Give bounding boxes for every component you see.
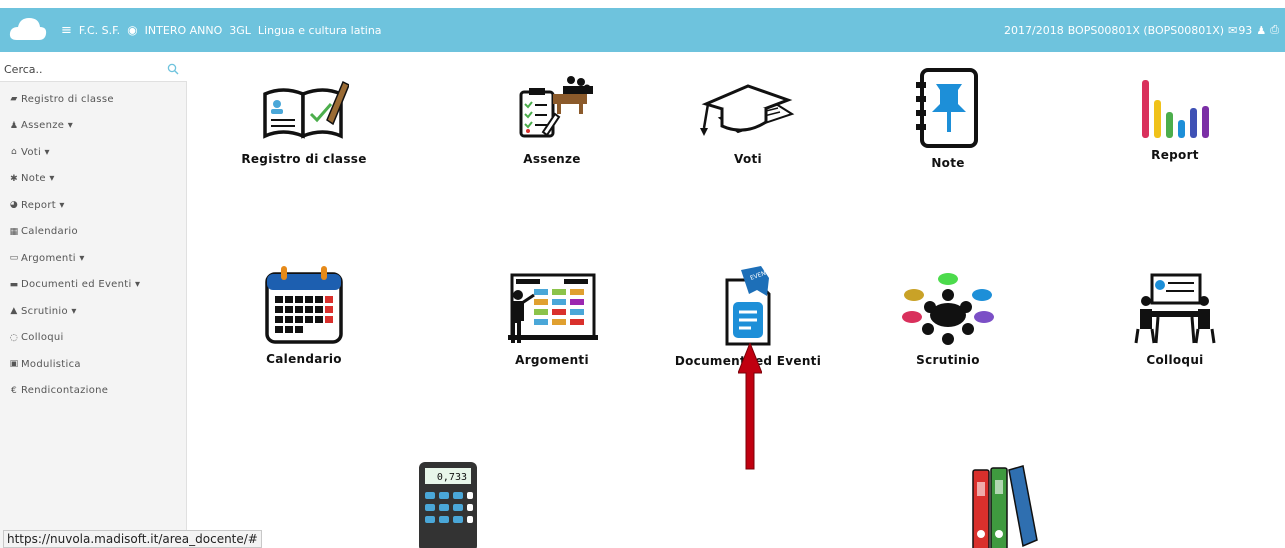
school-code[interactable]: BOPS00801X (BOPS00801X) xyxy=(1068,24,1224,37)
attendance-checklist-icon xyxy=(519,76,593,138)
event-document-icon: EVENT xyxy=(725,266,771,346)
calculator-display: 0,733 xyxy=(437,472,467,483)
sidebar-item-registro[interactable]: ▰ Registro di classe xyxy=(0,86,187,113)
teacher-board-icon xyxy=(508,273,598,343)
sidebar-item-label: Report ▾ xyxy=(21,199,65,211)
bank-icon: ⌂ xyxy=(10,147,17,158)
tile-label: Note xyxy=(931,156,965,170)
sidebar-nav: ▰ Registro di classe ♟ Assenze ▾ ⌂ Voti ▾ ✱… xyxy=(0,86,187,404)
cloud-logo-icon[interactable] xyxy=(8,14,48,42)
sidebar-item-label: Colloqui xyxy=(21,332,64,344)
sidebar-item-label: Registro di classe xyxy=(21,93,114,105)
header-bar: ≡ F.C. S.F. ◉ INTERO ANNO 3GL Lingua e c… xyxy=(0,8,1285,52)
book-icon: ▰ xyxy=(10,94,18,105)
pie-chart-icon: ◕ xyxy=(9,200,19,211)
sidebar-item-voti[interactable]: ⌂ Voti ▾ xyxy=(0,139,187,166)
sidebar-item-label: Modulistica xyxy=(21,358,81,370)
comments-icon: ◌ xyxy=(9,332,19,343)
tile-report[interactable]: Report xyxy=(1060,76,1285,162)
sidebar-item-label: Scrutinio ▾ xyxy=(21,305,77,317)
sidebar-item-colloqui[interactable]: ◌ Colloqui xyxy=(0,325,187,352)
sidebar-item-rendicontazione[interactable]: € Rendicontazione xyxy=(0,378,187,405)
envelope-icon[interactable]: ✉ xyxy=(1228,24,1237,37)
sidebar-item-label: Calendario xyxy=(21,226,78,238)
calendar-icon: ▦ xyxy=(9,226,19,237)
user-icon: ♟ xyxy=(9,120,19,131)
sidebar: ▰Registro di classe ♟Assenze ▾ ⌂ Voti ▾ ✱… xyxy=(0,58,187,548)
eye-icon[interactable]: ◉ xyxy=(127,23,137,37)
binders-icon xyxy=(972,465,1038,548)
tile-colloqui[interactable]: Colloqui xyxy=(1060,271,1285,367)
sidebar-item-label: Voti ▾ xyxy=(21,146,50,158)
tile-calendario[interactable]: Calendario xyxy=(189,264,419,366)
red-arrow-annotation xyxy=(738,343,762,470)
user-icon[interactable]: ♟ xyxy=(1256,24,1266,37)
status-bar-url: https://nuvola.madisoft.it/area_docente/… xyxy=(3,530,262,548)
sidebar-item-modulistica[interactable]: ▣ Modulistica xyxy=(0,351,187,378)
teacher-name[interactable]: F.C. S.F. xyxy=(79,24,120,37)
sidebar-item-note[interactable]: ✱ Note ▾ xyxy=(0,166,187,193)
bar-chart-icon xyxy=(1142,80,1209,138)
search-box xyxy=(0,58,187,82)
sidebar-item-scrutinio[interactable]: ▲ Scrutinio ▾ xyxy=(0,298,187,325)
folder-open-icon: ▭ xyxy=(9,253,19,264)
pin-icon: ✱ xyxy=(10,173,18,184)
hamburger-icon[interactable]: ≡ xyxy=(61,23,72,38)
notebook-pin-icon xyxy=(916,68,978,148)
tile-note[interactable]: Note xyxy=(833,66,1063,170)
parent-meeting-icon xyxy=(1134,273,1216,344)
sidebar-item-label: Argomenti ▾ xyxy=(21,252,85,264)
calculator-icon: 0,733 xyxy=(419,462,477,548)
briefcase-icon: ▣ xyxy=(9,359,19,370)
tile-label: Colloqui xyxy=(1146,353,1204,367)
euro-icon: € xyxy=(10,385,18,396)
top-bar: ≡ F.C. S.F. ◉ INTERO ANNO 3GL Lingua e c… xyxy=(0,0,1285,58)
tile-binders[interactable] xyxy=(883,460,1113,548)
tile-label: Voti xyxy=(734,152,762,166)
sidebar-item-label: Documenti ed Eventi ▾ xyxy=(21,279,141,291)
search-input[interactable] xyxy=(0,58,150,81)
tile-scrutinio[interactable]: Scrutinio xyxy=(833,271,1063,367)
open-book-icon xyxy=(263,80,349,139)
sidebar-item-argomenti[interactable]: ▭ Argomenti ▾ xyxy=(0,245,187,272)
tile-registro-di-classe[interactable]: Registro di classe xyxy=(189,76,419,166)
meeting-table-icon xyxy=(902,273,994,345)
search-icon[interactable] xyxy=(167,63,179,75)
sidebar-item-report[interactable]: ◕ Report ▾ xyxy=(0,192,187,219)
account-info: 2017/2018 BOPS00801X (BOPS00801X) ✉ 93 ♟ … xyxy=(1004,8,1279,52)
subject-label[interactable]: Lingua e cultura latina xyxy=(258,24,382,37)
period-label[interactable]: INTERO ANNO xyxy=(145,24,223,37)
sidebar-item-label: Assenze ▾ xyxy=(21,120,74,132)
class-label[interactable]: 3GL xyxy=(229,24,251,37)
sidebar-item-documenti[interactable]: ▬ Documenti ed Eventi ▾ xyxy=(0,272,187,299)
sidebar-item-assenze[interactable]: ♟ Assenze ▾ xyxy=(0,113,187,140)
tile-label: Calendario xyxy=(266,352,342,366)
context-info: ≡ F.C. S.F. ◉ INTERO ANNO 3GL Lingua e c… xyxy=(61,8,385,52)
sidebar-item-label: Note ▾ xyxy=(21,173,55,185)
tile-voti[interactable]: Voti xyxy=(633,74,863,166)
mail-count[interactable]: 93 xyxy=(1238,24,1252,37)
inbox-icon: ▬ xyxy=(9,279,19,290)
tile-label: Registro di classe xyxy=(241,152,367,166)
tile-calculator[interactable]: 0,733 xyxy=(333,460,563,548)
sidebar-item-label: Rendicontazione xyxy=(21,385,109,397)
sidebar-item-calendario[interactable]: ▦ Calendario xyxy=(0,219,187,246)
tile-label: Report xyxy=(1151,148,1199,162)
print-icon[interactable]: ⎙ xyxy=(1270,23,1279,37)
graduation-cap-icon: ▲ xyxy=(10,306,18,317)
calendar-icon xyxy=(265,266,343,344)
graduation-cap-icon xyxy=(700,84,795,136)
tile-label: Scrutinio xyxy=(916,353,980,367)
dashboard-grid: Registro di classe Assenze Voti Note Rep… xyxy=(187,58,1285,548)
school-year[interactable]: 2017/2018 xyxy=(1004,24,1064,37)
